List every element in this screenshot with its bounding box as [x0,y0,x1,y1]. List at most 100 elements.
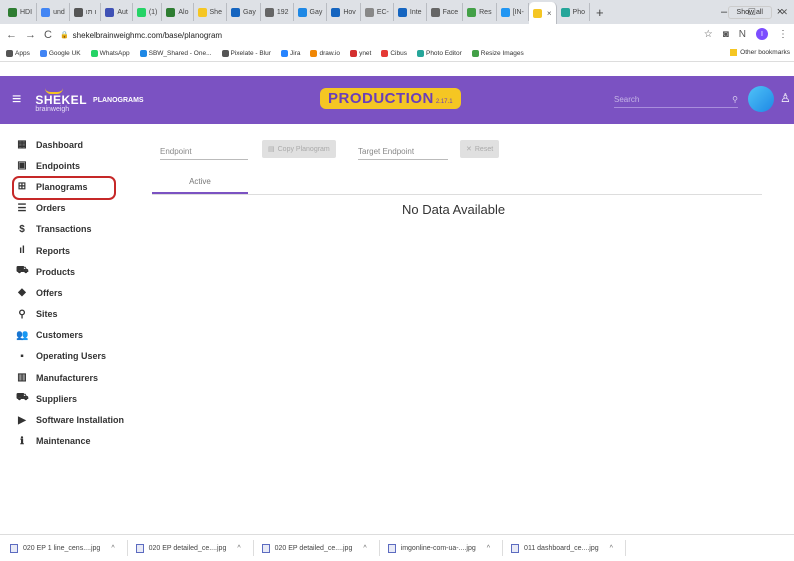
image-file-icon [10,543,18,553]
favicon-icon [397,7,407,17]
menu-icon[interactable]: ⋮ [778,29,788,40]
info-icon: ℹ [20,435,24,447]
search-icon[interactable]: ⚲ [732,95,738,104]
camera-icon[interactable]: ◙ [723,29,729,40]
bookmark-item[interactable]: Apps [6,50,30,57]
bookmark-item[interactable]: Photo Editor [416,50,462,57]
sidebar-item-dashboard[interactable]: ▦ Dashboard [0,134,146,155]
target-endpoint-field[interactable]: Target Endpoint [358,142,448,160]
browser-tab[interactable]: (1) [133,3,163,21]
browser-tab[interactable]: Gay [227,3,261,21]
sidebar-item-planograms[interactable]: ⊞ Planograms [0,176,146,201]
show-all-button[interactable]: Show all [727,6,772,19]
close-downloads-icon[interactable]: ✕ [780,7,788,18]
sidebar-item-operating-users[interactable]: ▪ Operating Users [0,346,146,367]
tab-label: Res [479,8,492,16]
chevron-up-icon[interactable]: ^ [487,545,490,552]
bookmark-favicon-icon [471,50,479,57]
profile-avatar[interactable]: I [756,28,768,40]
bookmark-item[interactable]: Pixelate - Blur [221,50,271,57]
bookmark-label: Photo Editor [425,50,462,57]
user-badge-icon: ▪ [20,350,24,362]
chevron-up-icon[interactable]: ^ [363,545,366,552]
bookmark-item[interactable]: WhatsApp [90,50,130,57]
hamburger-menu-icon[interactable]: ≡ [12,91,21,109]
sidebar-item-maintenance[interactable]: ℹ Maintenance [0,431,146,452]
browser-tab[interactable]: Inte [394,3,427,21]
sidebar-item-manufacturers[interactable]: ▥ Manufacturers [0,367,146,388]
browser-tab[interactable]: ıו ת [70,3,102,21]
download-filename: 020 EP detailed_ce....jpg [274,544,353,552]
sidebar-item-customers[interactable]: 👥 Customers [0,325,146,346]
tab-label: und [53,8,65,16]
browser-tab[interactable]: Res [463,3,497,21]
favicon-icon [560,7,570,17]
sidebar-item-suppliers[interactable]: ⛟ Suppliers [0,388,146,409]
chevron-up-icon[interactable]: ^ [111,545,114,552]
bookmark-item[interactable]: draw.io [310,50,340,57]
browser-tab[interactable]: She [194,3,227,21]
tab-label: ıו ת [85,8,97,16]
tab-divider [152,194,762,195]
bookmark-item[interactable]: SBW_Shared - One... [139,50,212,57]
sidebar-item-transactions[interactable]: $ Transactions [0,219,146,240]
sidebar-item-software-installation[interactable]: ▶ Software Installation [0,409,146,430]
browser-tab[interactable]: Pho [557,3,590,21]
browser-tab[interactable]: EC- [361,3,394,21]
new-tab-button[interactable]: + [590,5,610,20]
reset-button[interactable]: ✕ Reset [460,140,500,158]
browser-tab[interactable]: [IN- [497,3,529,21]
back-icon[interactable]: ← [6,29,17,41]
forward-icon[interactable]: → [25,29,36,41]
reload-icon[interactable]: C [44,29,52,41]
tab-label: 192 [276,8,289,16]
sidebar-item-offers[interactable]: ◆ Offers [0,282,146,303]
tab-label: Face [442,8,459,16]
download-item[interactable]: 011 dashboard_ce....jpg ^ [511,540,626,556]
tab-label: [IN- [512,8,524,16]
extension-icon[interactable]: N [739,29,746,40]
download-item[interactable]: 020 EP detailed_ce....jpg ^ [261,540,380,556]
browser-tab[interactable]: Hov [327,3,361,21]
sidebar-item-endpoints[interactable]: ▣ Endpoints [0,155,146,176]
shekel-logo[interactable]: SHEKEL brainweigh [35,88,87,113]
bookmark-label: Jira [289,50,301,57]
url-field[interactable]: 🔒 shekelbrainweighmc.com/base/planogram [60,31,222,40]
sidebar-item-label: Software Installation [36,415,125,426]
browser-tab[interactable]: und [37,3,70,21]
download-item[interactable]: 020 EP 1 line_cens....jpg ^ [10,540,128,556]
download-filename: imgonline-com-ua-....jpg [400,544,476,552]
download-item[interactable]: 020 EP detailed_ce....jpg ^ [135,540,254,556]
browser-tab[interactable]: Face [427,3,464,21]
sidebar-item-reports[interactable]: ıl Reports [0,240,146,261]
star-icon[interactable]: ☆ [704,29,713,40]
address-bar: ← → C 🔒 shekelbrainweighmc.com/base/plan… [0,24,794,46]
endpoint-field[interactable]: Endpoint [160,142,248,160]
tab-active[interactable]: Active [152,170,248,194]
user-icon[interactable]: ♙ [780,91,791,105]
sidebar-item-orders[interactable]: ☰ Orders [0,198,146,219]
browser-tab[interactable]: Alo [162,3,194,21]
folder-icon [730,49,738,56]
browser-tab[interactable]: 192 [261,3,294,21]
bookmark-item[interactable]: Cibus [381,50,407,57]
bookmark-item[interactable]: Resize Images [471,50,524,57]
browser-tab[interactable]: Aut [101,3,133,21]
other-bookmarks[interactable]: Other bookmarks [730,49,790,56]
section-title: PLANOGRAMS [93,96,144,104]
chevron-up-icon[interactable]: ^ [610,545,613,552]
close-tab-icon[interactable]: × [547,9,552,18]
chevron-up-icon[interactable]: ^ [237,545,240,552]
sidebar-item-sites[interactable]: ⚲ Sites [0,304,146,325]
copy-planogram-button[interactable]: ▤ Copy Planogram [262,140,336,158]
cart-icon: ⛟ [16,265,29,277]
browser-tab[interactable]: Gay [294,3,328,21]
bookmark-item[interactable]: Google UK [39,50,81,57]
search-input[interactable] [614,95,714,104]
browser-tab[interactable]: HDI [4,3,38,21]
bookmark-item[interactable]: Jira [280,50,301,57]
browser-tab-active[interactable]: × [528,2,557,24]
sidebar-item-products[interactable]: ⛟ Products [0,261,146,282]
bookmark-item[interactable]: ynet [350,50,371,57]
download-item[interactable]: imgonline-com-ua-....jpg ^ [387,540,504,556]
